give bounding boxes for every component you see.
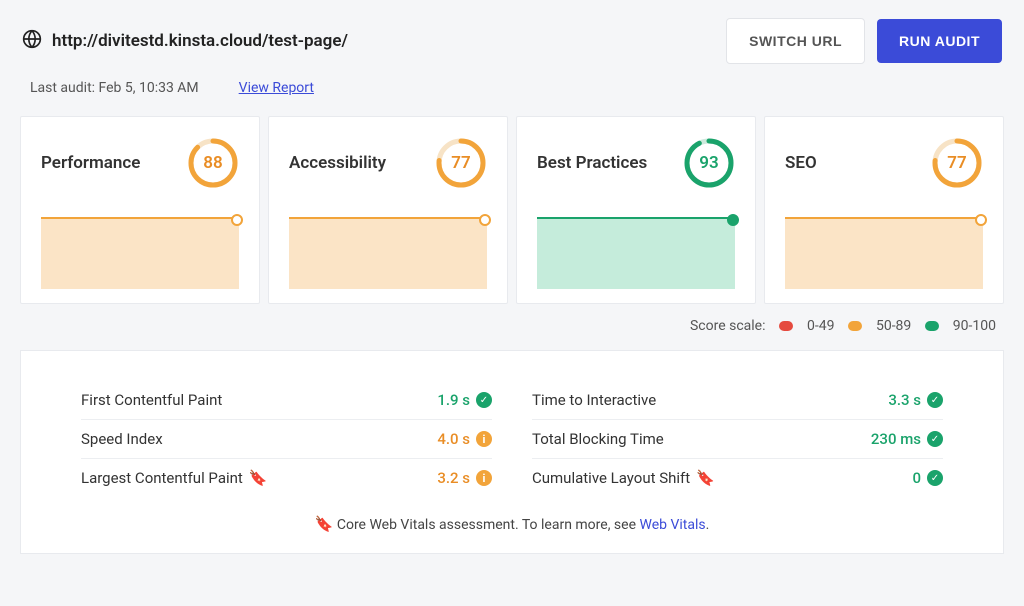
metric-value: 230 ms — [871, 430, 921, 448]
scale-range: 90-100 — [953, 318, 996, 334]
bookmark-icon: 🔖 — [315, 515, 334, 533]
dot-red-icon — [779, 321, 793, 331]
sparkline — [537, 217, 735, 289]
bookmark-icon: 🔖 — [696, 469, 715, 487]
check-icon: ✓ — [476, 392, 492, 408]
metric-fcp: First Contentful Paint 1.9 s ✓ — [81, 381, 492, 420]
metrics-right-column: Time to Interactive 3.3 s ✓ Total Blockin… — [532, 381, 943, 497]
view-report-link[interactable]: View Report — [239, 80, 314, 96]
header-bar: http://divitestd.kinsta.cloud/test-page/… — [0, 0, 1024, 74]
sparkline — [785, 217, 983, 289]
score-value: 77 — [451, 153, 470, 173]
run-audit-button[interactable]: RUN AUDIT — [877, 19, 1002, 63]
metric-value: 0 — [912, 469, 921, 487]
metric-lcp: Largest Contentful Paint 🔖 3.2 s i — [81, 459, 492, 497]
subheader: Last audit: Feb 5, 10:33 AM View Report — [0, 74, 1024, 116]
page-url: http://divitestd.kinsta.cloud/test-page/ — [52, 31, 714, 51]
card-performance[interactable]: Performance 88 — [20, 116, 260, 304]
metric-tti: Time to Interactive 3.3 s ✓ — [532, 381, 943, 420]
card-accessibility[interactable]: Accessibility 77 — [268, 116, 508, 304]
score-donut: 77 — [435, 137, 487, 189]
score-cards: Performance 88 Accessibility 77 Best Pra… — [0, 116, 1024, 304]
footnote: 🔖 Core Web Vitals assessment. To learn m… — [81, 497, 943, 533]
dot-green-icon — [925, 321, 939, 331]
metric-value: 4.0 s — [437, 430, 470, 448]
metric-label: Cumulative Layout Shift — [532, 469, 690, 487]
info-icon: i — [476, 431, 492, 447]
dot-orange-icon — [848, 321, 862, 331]
check-icon: ✓ — [927, 431, 943, 447]
check-icon: ✓ — [927, 470, 943, 486]
last-audit-label: Last audit: Feb 5, 10:33 AM — [30, 80, 199, 96]
card-title: Accessibility — [289, 153, 386, 173]
footnote-text: Core Web Vitals assessment. To learn mor… — [337, 517, 640, 533]
globe-icon — [22, 29, 42, 53]
card-title: Best Practices — [537, 153, 647, 173]
card-best-practices[interactable]: Best Practices 93 — [516, 116, 756, 304]
footnote-text-after: . — [706, 517, 710, 533]
check-icon: ✓ — [927, 392, 943, 408]
score-value: 93 — [699, 153, 718, 173]
metric-label: Total Blocking Time — [532, 430, 664, 448]
score-value: 77 — [947, 153, 966, 173]
metric-label: Time to Interactive — [532, 391, 656, 409]
card-title: Performance — [41, 153, 140, 173]
scale-label: Score scale: — [690, 318, 766, 334]
metric-label: First Contentful Paint — [81, 391, 222, 409]
score-donut: 88 — [187, 137, 239, 189]
scale-range: 0-49 — [807, 318, 834, 334]
score-scale-legend: Score scale: 0-49 50-89 90-100 — [0, 304, 1024, 344]
scale-range: 50-89 — [876, 318, 911, 334]
score-donut: 77 — [931, 137, 983, 189]
sparkline — [41, 217, 239, 289]
metrics-left-column: First Contentful Paint 1.9 s ✓ Speed Inde… — [81, 381, 492, 497]
metric-cls: Cumulative Layout Shift 🔖 0 ✓ — [532, 459, 943, 497]
switch-url-button[interactable]: SWITCH URL — [726, 18, 865, 64]
metrics-panel: First Contentful Paint 1.9 s ✓ Speed Inde… — [20, 350, 1004, 554]
card-seo[interactable]: SEO 77 — [764, 116, 1004, 304]
metric-tbt: Total Blocking Time 230 ms ✓ — [532, 420, 943, 459]
metric-value: 3.3 s — [888, 391, 921, 409]
card-title: SEO — [785, 153, 817, 173]
metric-label: Largest Contentful Paint — [81, 469, 243, 487]
score-donut: 93 — [683, 137, 735, 189]
bookmark-icon: 🔖 — [249, 469, 268, 487]
metric-value: 1.9 s — [437, 391, 470, 409]
score-value: 88 — [203, 153, 222, 173]
metric-value: 3.2 s — [437, 469, 470, 487]
info-icon: i — [476, 470, 492, 486]
metric-label: Speed Index — [81, 430, 163, 448]
metric-speed-index: Speed Index 4.0 s i — [81, 420, 492, 459]
web-vitals-link[interactable]: Web Vitals — [639, 517, 705, 533]
sparkline — [289, 217, 487, 289]
